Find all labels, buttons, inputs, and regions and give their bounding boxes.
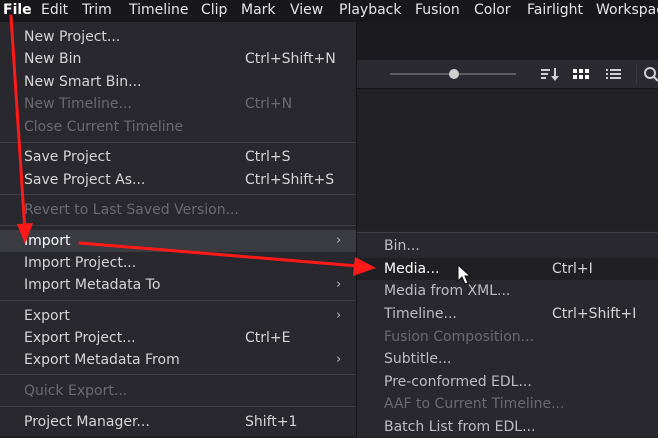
menu-item-export-project[interactable]: Export Project... Ctrl+E bbox=[0, 327, 356, 349]
menu-item-label: Save Project bbox=[24, 149, 111, 165]
submenu-item-shortcut: Ctrl+I bbox=[552, 261, 593, 277]
menu-item-import-project[interactable]: Import Project... bbox=[0, 252, 356, 274]
submenu-item-label: AAF to Current Timeline... bbox=[384, 396, 565, 412]
menu-item-save-project[interactable]: Save Project Ctrl+S bbox=[0, 146, 356, 168]
submenu-arrow-icon: › bbox=[336, 277, 342, 292]
submenu-item-label: Fusion Composition... bbox=[384, 329, 535, 345]
menu-item-new-project[interactable]: New Project... bbox=[0, 26, 356, 48]
menu-divider bbox=[0, 300, 356, 301]
submenu-item-batch-list-from-edl[interactable]: Batch List from EDL... bbox=[357, 416, 658, 438]
menu-item-new-timeline: New Timeline... Ctrl+N bbox=[0, 93, 356, 115]
menu-item-shortcut: Ctrl+N bbox=[245, 96, 293, 112]
import-submenu: Bin... Media... Ctrl+I Media from XML...… bbox=[357, 232, 658, 437]
submenu-item-fusion-composition: Fusion Composition... bbox=[357, 326, 658, 348]
menu-item-save-project-as[interactable]: Save Project As... Ctrl+Shift+S bbox=[0, 169, 356, 191]
menu-item-label: Import bbox=[24, 233, 71, 249]
submenu-item-pre-conformed-edl[interactable]: Pre-conformed EDL... bbox=[357, 371, 658, 393]
search-icon[interactable] bbox=[640, 64, 658, 84]
menu-trim[interactable]: Trim bbox=[82, 0, 112, 22]
menu-item-import[interactable]: Import › bbox=[0, 230, 356, 252]
submenu-item-label: Pre-conformed EDL... bbox=[384, 374, 532, 390]
menu-divider bbox=[0, 374, 356, 375]
submenu-arrow-icon: › bbox=[336, 233, 342, 248]
menu-item-label: Project Manager... bbox=[24, 414, 150, 430]
menu-item-new-smart-bin[interactable]: New Smart Bin... bbox=[0, 71, 356, 93]
submenu-item-label: Batch List from EDL... bbox=[384, 419, 536, 435]
menu-divider bbox=[0, 142, 356, 143]
menu-item-new-bin[interactable]: New Bin Ctrl+Shift+N bbox=[0, 48, 356, 70]
menu-item-label: Export Project... bbox=[24, 330, 136, 346]
submenu-item-timeline[interactable]: Timeline... Ctrl+Shift+I bbox=[357, 303, 658, 325]
menu-item-label: Import Metadata To bbox=[24, 277, 161, 293]
menu-edit[interactable]: Edit bbox=[41, 0, 68, 22]
menu-item-export-metadata-from[interactable]: Export Metadata From › bbox=[0, 349, 356, 371]
menu-item-label: New Bin bbox=[24, 51, 82, 67]
menu-item-shortcut: Shift+1 bbox=[245, 414, 298, 430]
menu-item-quick-export: Quick Export... bbox=[0, 380, 356, 402]
menu-item-shortcut: Ctrl+E bbox=[245, 330, 291, 346]
menu-item-label: New Smart Bin... bbox=[24, 74, 142, 90]
menu-item-shortcut: Ctrl+Shift+N bbox=[245, 51, 336, 67]
file-menu: New Project... New Bin Ctrl+Shift+N New … bbox=[0, 22, 357, 436]
submenu-item-label: Media... bbox=[384, 261, 440, 277]
submenu-item-label: Timeline... bbox=[384, 306, 457, 322]
menu-clip[interactable]: Clip bbox=[201, 0, 227, 22]
menu-workspace[interactable]: Workspace bbox=[596, 0, 658, 22]
submenu-arrow-icon: › bbox=[336, 352, 342, 367]
menu-fusion[interactable]: Fusion bbox=[415, 0, 460, 22]
menu-item-label: Quick Export... bbox=[24, 383, 128, 399]
grid-view-icon[interactable] bbox=[570, 64, 594, 84]
menu-item-label: New Project... bbox=[24, 29, 121, 45]
menu-item-label: Close Current Timeline bbox=[24, 119, 184, 135]
menu-item-label: Import Project... bbox=[24, 255, 137, 271]
sort-icon[interactable] bbox=[538, 64, 562, 84]
submenu-item-aaf-to-current-timeline: AAF to Current Timeline... bbox=[357, 393, 658, 415]
menu-file[interactable]: File bbox=[3, 0, 32, 22]
menu-item-shortcut: Ctrl+Shift+S bbox=[245, 172, 335, 188]
menu-divider bbox=[0, 225, 356, 226]
menu-item-label: Revert to Last Saved Version... bbox=[24, 202, 239, 218]
menu-item-label: Export bbox=[24, 308, 70, 324]
menu-item-project-manager[interactable]: Project Manager... Shift+1 bbox=[0, 411, 356, 433]
submenu-item-bin[interactable]: Bin... bbox=[357, 235, 658, 257]
submenu-item-label: Bin... bbox=[384, 238, 420, 254]
menu-color[interactable]: Color bbox=[474, 0, 511, 22]
menu-timeline[interactable]: Timeline bbox=[129, 0, 189, 22]
submenu-arrow-icon: › bbox=[336, 308, 342, 323]
menu-bar: File Edit Trim Timeline Clip Mark View P… bbox=[0, 0, 658, 22]
submenu-item-media[interactable]: Media... Ctrl+I bbox=[357, 258, 658, 280]
slider-handle[interactable] bbox=[449, 69, 459, 79]
menu-item-shortcut: Ctrl+S bbox=[245, 149, 291, 165]
submenu-item-subtitle[interactable]: Subtitle... bbox=[357, 348, 658, 370]
menu-fairlight[interactable]: Fairlight bbox=[527, 0, 583, 22]
toolbar-divider bbox=[636, 64, 637, 84]
submenu-item-label: Media from XML... bbox=[384, 283, 511, 299]
menu-item-label: Save Project As... bbox=[24, 172, 146, 188]
menu-item-export[interactable]: Export › bbox=[0, 305, 356, 327]
media-pool-content bbox=[356, 89, 658, 229]
menu-mark[interactable]: Mark bbox=[241, 0, 276, 22]
menu-item-label: New Timeline... bbox=[24, 96, 132, 112]
menu-view[interactable]: View bbox=[290, 0, 323, 22]
menu-divider bbox=[0, 194, 356, 195]
menu-item-close-current-timeline: Close Current Timeline bbox=[0, 116, 356, 138]
menu-item-import-metadata-to[interactable]: Import Metadata To › bbox=[0, 274, 356, 296]
submenu-item-shortcut: Ctrl+Shift+I bbox=[552, 306, 637, 322]
menu-item-revert-to-last-saved: Revert to Last Saved Version... bbox=[0, 199, 356, 221]
menu-item-label: Export Metadata From bbox=[24, 352, 180, 368]
submenu-item-media-from-xml[interactable]: Media from XML... bbox=[357, 280, 658, 302]
menu-divider bbox=[0, 406, 356, 407]
list-view-icon[interactable] bbox=[603, 64, 627, 84]
menu-playback[interactable]: Playback bbox=[339, 0, 401, 22]
submenu-item-label: Subtitle... bbox=[384, 351, 452, 367]
panel-header-band bbox=[356, 22, 658, 60]
